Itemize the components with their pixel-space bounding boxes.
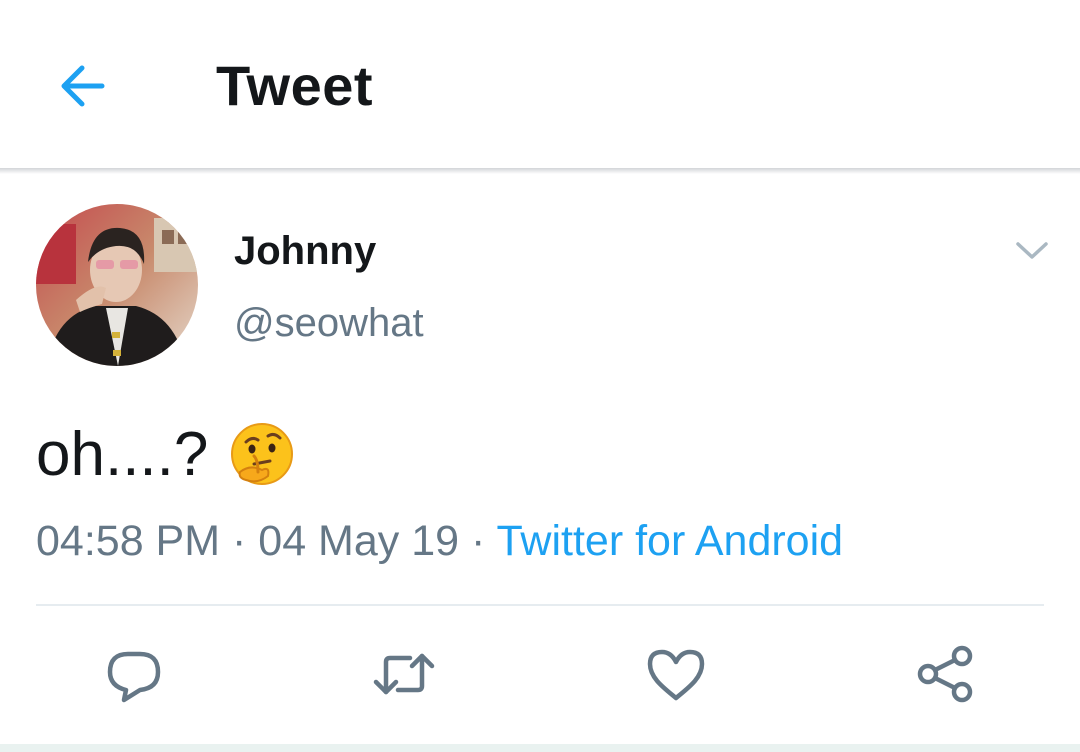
author-display-name[interactable]: Johnny — [234, 226, 376, 276]
chevron-down-icon[interactable] — [1010, 230, 1054, 270]
tweet-date: 04 May 19 — [258, 517, 460, 565]
tweet-text-container: oh....? — [36, 416, 296, 492]
tweet-time: 04:58 PM — [36, 517, 221, 565]
heart-icon[interactable] — [644, 642, 708, 706]
reply-button[interactable] — [102, 642, 166, 706]
bottom-edge — [0, 744, 1080, 752]
back-button[interactable] — [52, 58, 116, 114]
retweet-icon[interactable] — [372, 642, 436, 706]
header-divider — [0, 168, 1080, 174]
actions-divider — [36, 604, 1044, 606]
reply-icon[interactable] — [102, 642, 166, 706]
like-button[interactable] — [644, 642, 708, 706]
tweet-menu-button[interactable] — [1010, 230, 1054, 270]
arrow-left-icon[interactable] — [52, 58, 116, 114]
tweet-text: oh....? — [36, 419, 209, 489]
avatar[interactable] — [36, 204, 198, 366]
share-icon[interactable] — [914, 642, 978, 706]
app-header: Tweet — [0, 0, 1080, 168]
page-title: Tweet — [216, 54, 374, 117]
tweet-meta: 04:58 PM · 04 May 19 · Twitter for Andro… — [36, 514, 843, 568]
thinking-face-emoji — [228, 420, 296, 488]
tweet-source-link[interactable]: Twitter for Android — [497, 517, 844, 565]
meta-separator: · — [459, 517, 497, 565]
meta-separator: · — [220, 517, 259, 565]
retweet-button[interactable] — [372, 642, 436, 706]
share-button[interactable] — [914, 642, 978, 706]
author-handle[interactable]: @seowhat — [234, 298, 424, 348]
